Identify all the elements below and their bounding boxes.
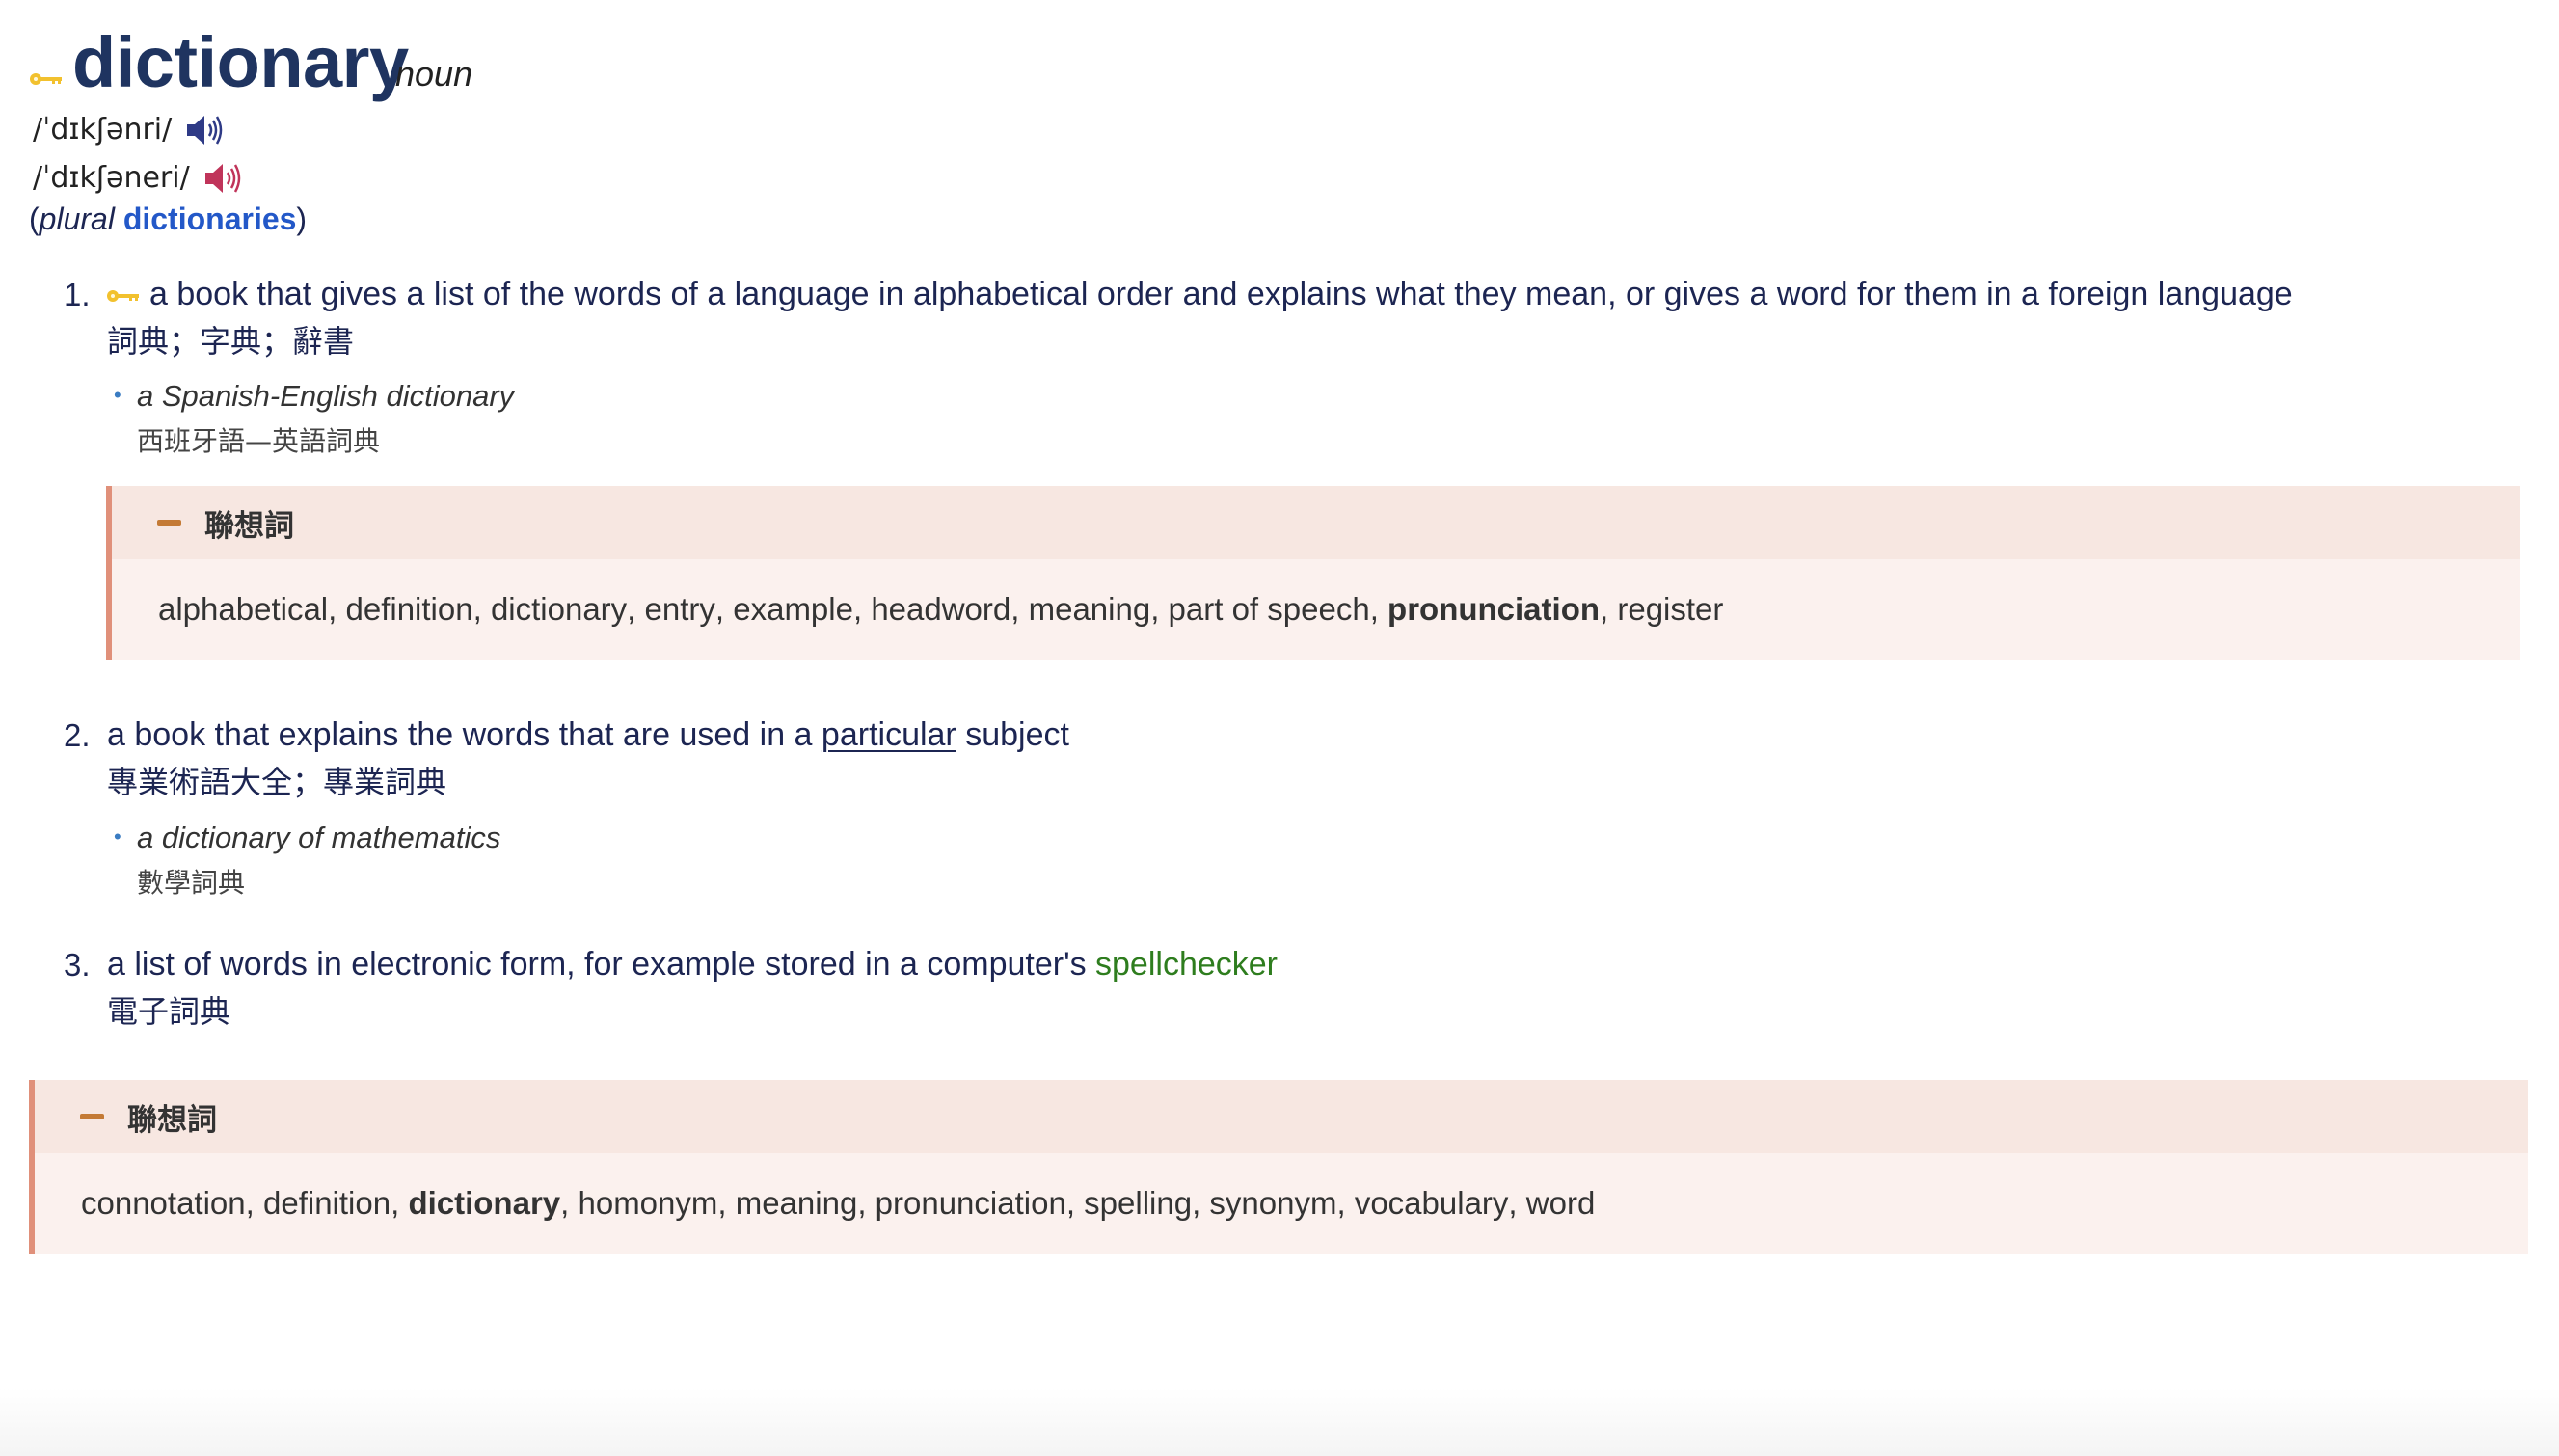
association-word[interactable]: pronunciation xyxy=(1387,591,1600,628)
separator: , xyxy=(627,591,645,627)
association-word-list: connotation, definition, dictionary, hom… xyxy=(81,1153,1595,1254)
association-word[interactable]: dictionary xyxy=(491,591,627,628)
cross-reference-link-spellchecker[interactable]: spellchecker xyxy=(1095,946,1278,983)
definition-translation: 詞典；字典；辭書 xyxy=(107,323,355,360)
headword: dictionary xyxy=(72,22,409,102)
separator: , xyxy=(1508,1185,1526,1221)
definition-translation: 專業術語大全；專業詞典 xyxy=(107,764,447,800)
association-word[interactable]: part of speech xyxy=(1169,591,1370,628)
association-word[interactable]: meaning xyxy=(736,1185,858,1222)
separator: , xyxy=(1065,1185,1085,1221)
plural-form-line: (plural dictionaries) xyxy=(29,199,307,239)
example-sentence: a Spanish-English dictionary xyxy=(137,379,515,413)
association-word[interactable]: meaning xyxy=(1029,591,1151,628)
definition-number: 2. xyxy=(64,717,91,753)
definition-text-part: subject xyxy=(956,716,1069,753)
separator: , xyxy=(472,591,491,627)
separator: , xyxy=(1150,591,1169,627)
association-word[interactable]: example xyxy=(733,591,853,628)
separator: , xyxy=(1336,1185,1355,1221)
paren-open: ( xyxy=(29,202,40,236)
speaker-icon[interactable] xyxy=(203,161,244,196)
collapse-icon[interactable] xyxy=(80,1114,104,1119)
association-word[interactable]: pronunciation xyxy=(875,1185,1066,1222)
association-box-header[interactable]: 聯想詞 xyxy=(35,1080,2528,1153)
association-box-title: 聯想詞 xyxy=(204,508,294,544)
association-word-list: alphabetical, definition, dictionary, en… xyxy=(158,559,1723,660)
association-word[interactable]: homonym xyxy=(578,1185,717,1222)
association-word[interactable]: spelling xyxy=(1084,1185,1192,1222)
collapse-icon[interactable] xyxy=(157,520,181,526)
association-box: 聯想詞 connotation, definition, dictionary,… xyxy=(29,1080,2528,1254)
association-box-header[interactable]: 聯想詞 xyxy=(112,486,2520,559)
association-word[interactable]: connotation xyxy=(81,1185,246,1222)
pronunciation-american: /ˈdɪkʃəneri/ xyxy=(33,159,244,198)
ipa-text: /ˈdɪkʃənri/ xyxy=(33,113,173,147)
example-bullet: • xyxy=(114,383,121,407)
separator: , xyxy=(1010,591,1029,627)
separator: , xyxy=(857,1185,875,1221)
key-icon xyxy=(29,71,64,92)
separator: , xyxy=(328,591,346,627)
paren-close: ) xyxy=(296,202,308,236)
ipa-text: /ˈdɪkʃəneri/ xyxy=(33,161,190,195)
separator: , xyxy=(717,1185,736,1221)
separator: , xyxy=(1369,591,1388,627)
association-word[interactable]: entry xyxy=(645,591,715,628)
pronunciation-british: /ˈdɪkʃənri/ xyxy=(33,111,226,149)
association-word[interactable]: register xyxy=(1617,591,1723,628)
definition-number: 1. xyxy=(64,277,91,312)
example-translation: 西班牙語—英語詞典 xyxy=(137,425,381,457)
association-word[interactable]: definition xyxy=(263,1185,391,1222)
definition-translation: 電子詞典 xyxy=(107,993,231,1030)
separator: , xyxy=(560,1185,579,1221)
definition-text-part: a list of words in electronic form, for … xyxy=(107,946,1096,983)
association-box-title: 聯想詞 xyxy=(127,1102,217,1138)
association-word[interactable]: alphabetical xyxy=(158,591,328,628)
example-translation: 數學詞典 xyxy=(137,867,246,899)
speaker-icon[interactable] xyxy=(185,113,226,148)
cross-reference-link-particular[interactable]: particular xyxy=(822,716,956,753)
separator: , xyxy=(391,1185,409,1221)
plural-label: plural xyxy=(39,202,115,236)
separator: , xyxy=(1192,1185,1210,1221)
association-box: 聯想詞 alphabetical, definition, dictionary… xyxy=(106,486,2520,660)
association-word[interactable]: synonym xyxy=(1209,1185,1336,1222)
definition-text: a book that gives a list of the words of… xyxy=(149,276,2293,312)
bottom-fade xyxy=(0,1389,2559,1456)
definition-text: a list of words in electronic form, for … xyxy=(107,943,1278,985)
association-word[interactable]: word xyxy=(1526,1185,1596,1222)
example-bullet: • xyxy=(114,824,121,849)
association-word[interactable]: dictionary xyxy=(408,1185,560,1222)
separator: , xyxy=(1600,591,1618,627)
definition-text-part: a book that explains the words that are … xyxy=(107,716,822,753)
definition-text: a book that explains the words that are … xyxy=(107,714,1069,756)
association-word[interactable]: vocabulary xyxy=(1355,1185,1509,1222)
separator: , xyxy=(714,591,734,627)
plural-form: dictionaries xyxy=(122,202,297,236)
association-word[interactable]: definition xyxy=(345,591,472,628)
association-word[interactable]: headword xyxy=(871,591,1010,628)
definition-number: 3. xyxy=(64,947,91,983)
part-of-speech: noun xyxy=(395,54,473,94)
separator: , xyxy=(245,1185,263,1221)
separator: , xyxy=(852,591,872,627)
example-sentence: a dictionary of mathematics xyxy=(137,821,501,854)
key-icon xyxy=(106,288,141,309)
